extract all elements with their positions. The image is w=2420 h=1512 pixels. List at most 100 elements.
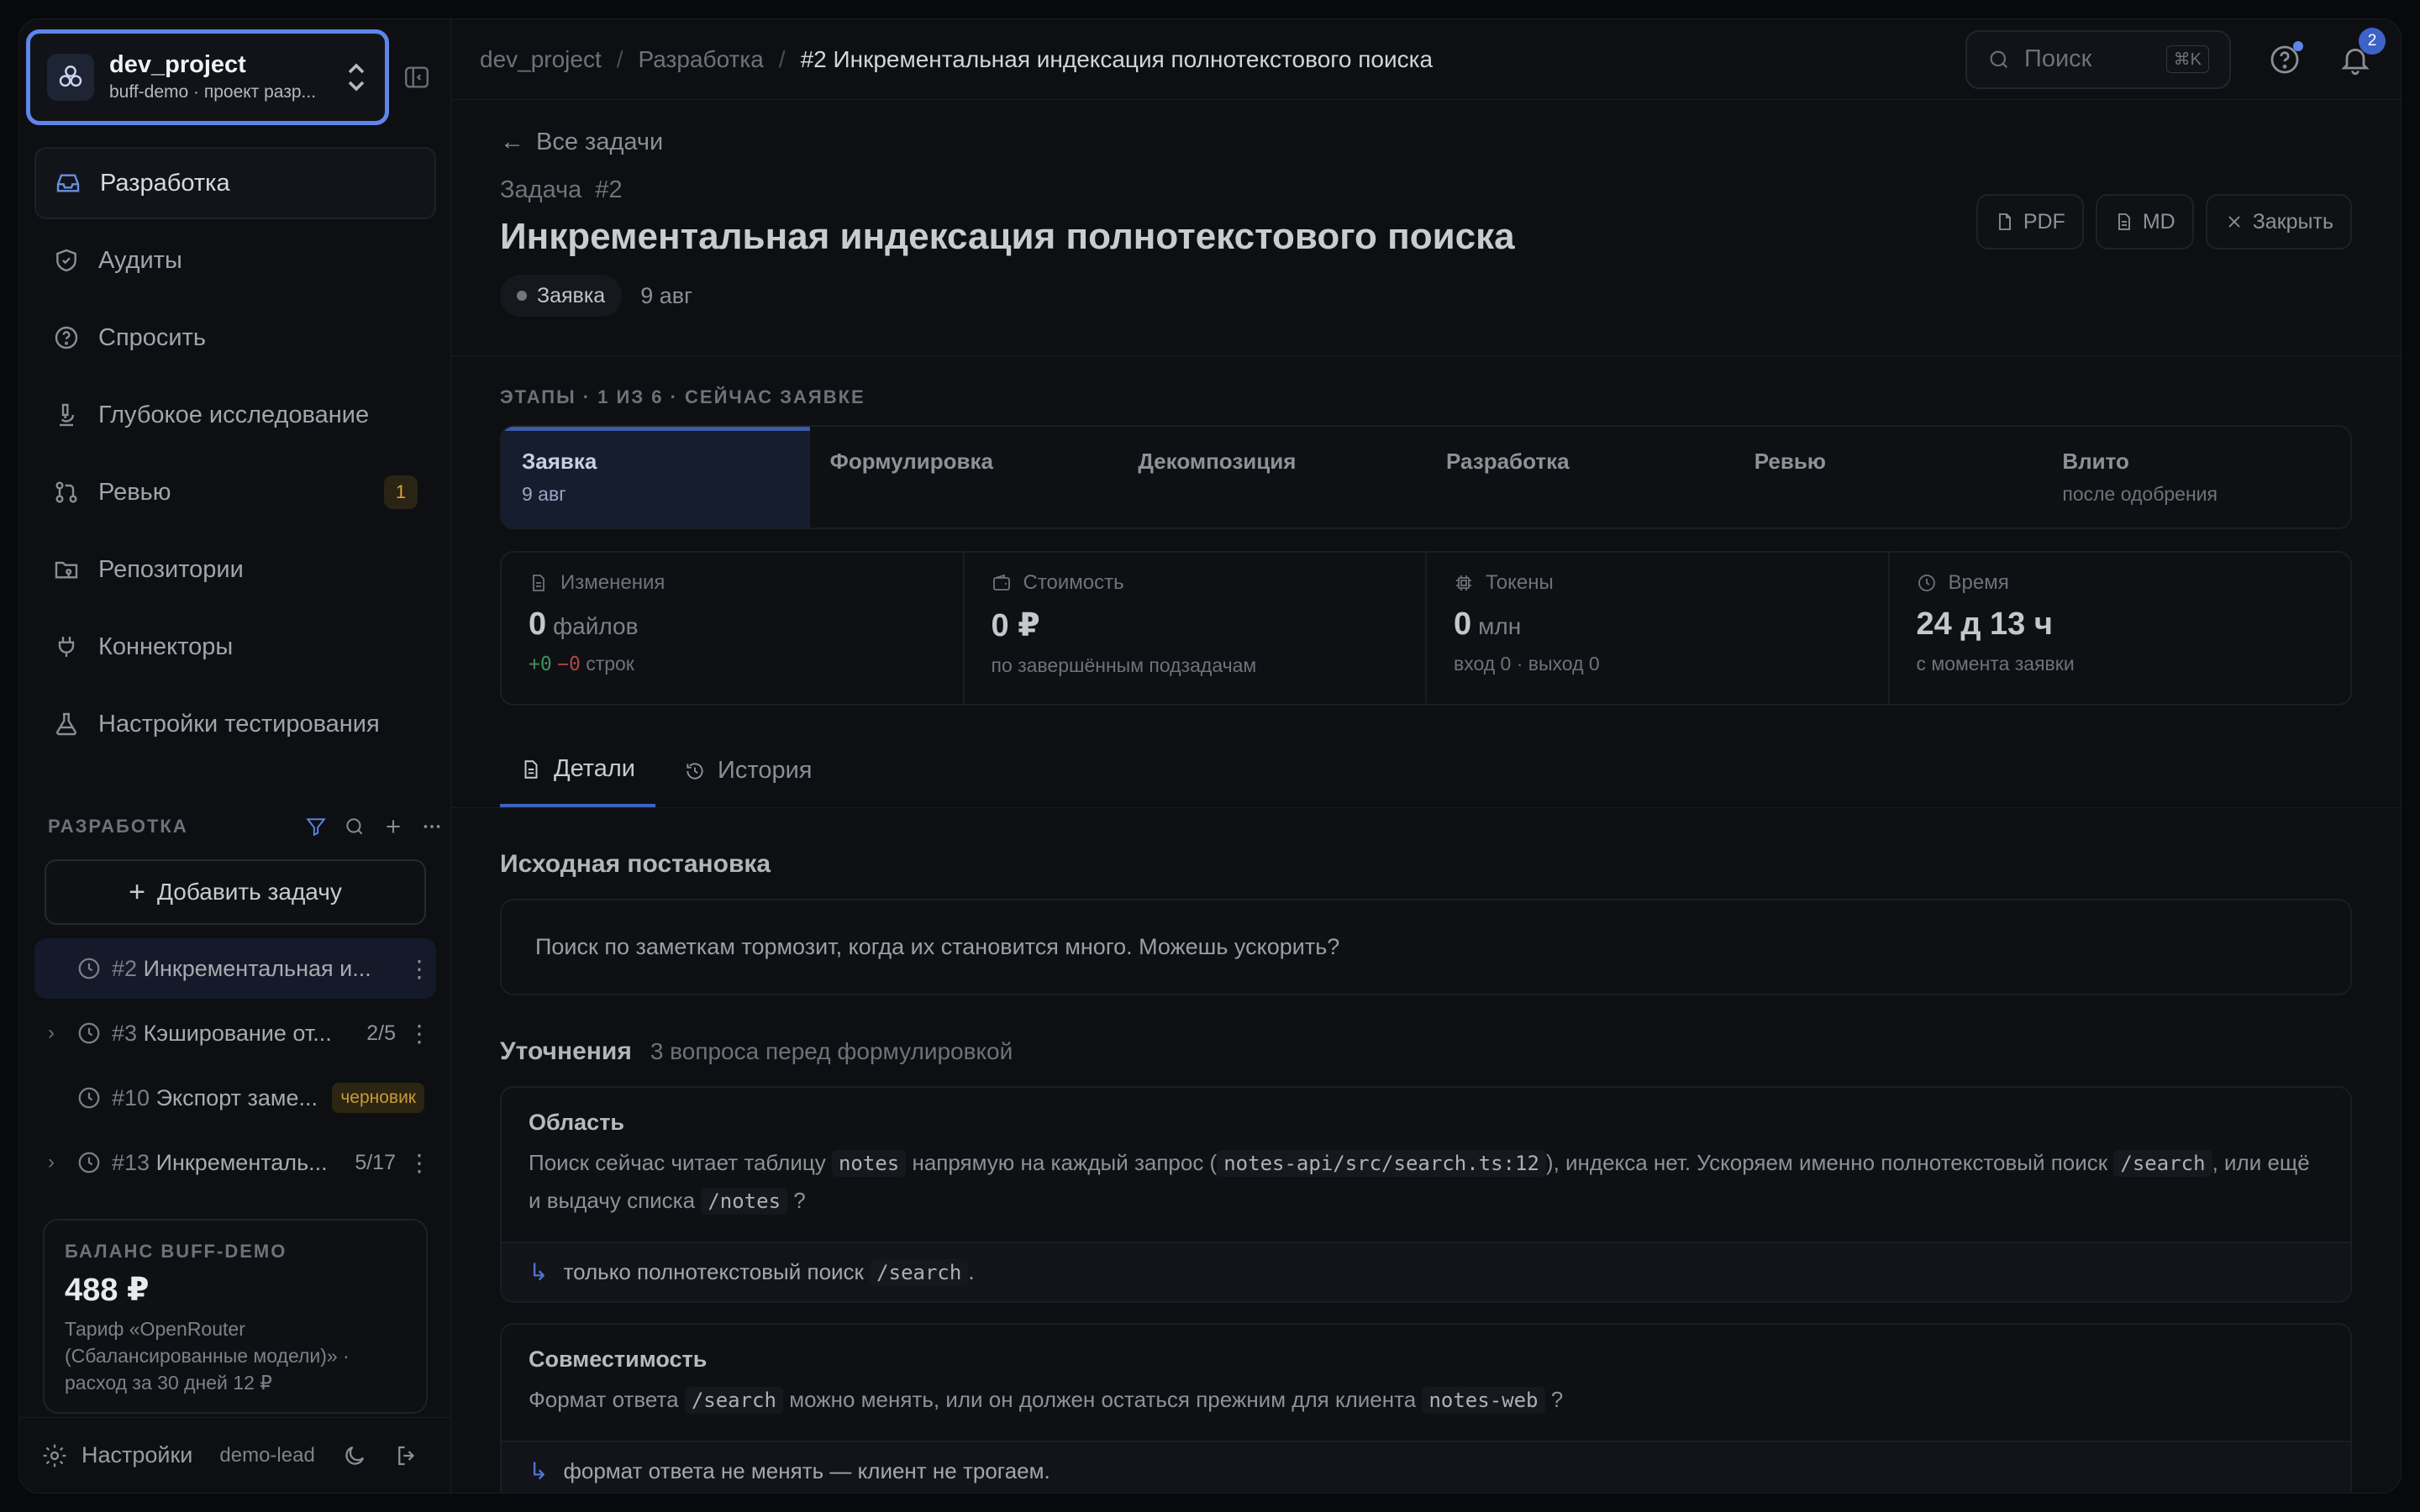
export-md-button[interactable]: MD [2095,194,2194,249]
file-text-icon [524,759,538,779]
tab-details[interactable]: Детали [500,734,656,807]
main-content: dev_project / Разработка / #2 Инкремента… [451,19,2401,1493]
logout-icon[interactable] [394,1443,419,1468]
stage-item[interactable]: Формулировка [810,427,1118,528]
app-window: dev_project buff-demo · проект разр... Р… [18,18,2402,1494]
task-title: Экспорт заме... [155,1084,318,1110]
stat-cost: Стоимость 0 ₽ по завершённым подзадачам [965,553,1427,704]
sidebar-item-connectors[interactable]: Коннекторы [34,611,436,683]
task-number: #13 [112,1149,150,1175]
more-vertical-icon[interactable]: ⋮ [408,1149,431,1177]
sidebar-item-test-settings[interactable]: Настройки тестирования [34,688,436,760]
stage-item[interactable]: Влито после одобрения [2042,427,2350,528]
subtask-count: 2/5 [366,1021,396,1045]
corner-down-right-icon: ↳ [529,1259,549,1285]
settings-link[interactable]: Настройки [82,1442,192,1468]
stat-tokens: Токены 0 млн вход 0 · выход 0 [1427,553,1890,704]
clock-icon [78,1152,100,1173]
project-name: dev_project [109,51,246,78]
stage-item[interactable]: Декомпозиция [1118,427,1426,528]
sidebar-item-audits[interactable]: Аудиты [34,224,436,297]
sidebar-item-deep-research[interactable]: Глубокое исследование [34,379,436,451]
sidebar-item-label: Коннекторы [98,633,234,660]
sidebar-item-repositories[interactable]: Репозитории [34,533,436,606]
task-item[interactable]: #2 Инкрементальная и... ⋮ [34,938,436,999]
sidebar-item-ask[interactable]: Спросить [34,302,436,374]
chevron-right-icon[interactable]: › [34,1151,68,1174]
task-stats: Изменения 0 файлов +0 −0 строк Стоимость … [500,551,2352,706]
breadcrumb-current: #2 Инкрементальная индексация полнотекст… [800,45,1434,72]
task-item[interactable]: #10 Экспорт заме... черновик [34,1068,436,1128]
stage-item[interactable]: Заявка 9 авг [502,427,810,528]
sidebar-item-label: Аудиты [98,246,182,274]
search-icon[interactable] [344,816,366,837]
question-title: Область [529,1110,625,1135]
more-vertical-icon[interactable]: ⋮ [408,955,431,983]
stages-label: ЭТАПЫ · 1 ИЗ 6 · СЕЙЧАС ЗАЯВКЕ [500,386,865,407]
task-item[interactable]: › #13 Инкременталь... 5/17 ⋮ [34,1132,436,1193]
help-button[interactable] [2268,40,2303,76]
sidebar: dev_project buff-demo · проект разр... Р… [19,19,451,1493]
arrow-left-icon: ← [500,129,524,155]
more-vertical-icon[interactable]: ⋮ [408,1020,431,1047]
chevron-right-icon[interactable]: › [34,1021,68,1045]
clock-icon [78,1022,100,1044]
balance-label: БАЛАНС BUFF-DEMO [65,1241,287,1262]
sidebar-item-label: Спросить [98,323,206,351]
gear-icon[interactable] [41,1442,68,1469]
sidebar-item-review[interactable]: Ревью 1 [34,456,436,528]
clarification-card: Область Поиск сейчас читает таблицу note… [500,1086,2352,1303]
sidebar-item-label: Ревью [98,478,171,506]
breadcrumb-project[interactable]: dev_project [480,46,602,73]
balance-description: Тариф «OpenRouter (Сбалансированные моде… [65,1318,350,1394]
task-title: Кэширование от... [143,1020,332,1046]
breadcrumb: dev_project / Разработка / #2 Инкремента… [480,45,1434,73]
sidebar-nav: Разработка Аудиты Спросить Глубокое иссл… [34,147,436,765]
plus-icon[interactable] [382,816,404,837]
sidebar-footer: Настройки demo-lead [19,1417,451,1493]
original-request-card: Поиск по заметкам тормозит, когда их ста… [500,899,2352,995]
project-switcher[interactable]: dev_project buff-demo · проект разр... [26,29,389,125]
shield-icon [56,249,76,272]
sidebar-item-label: Репозитории [98,555,244,583]
collapse-sidebar-icon[interactable] [402,63,431,92]
task-number: #3 [112,1020,138,1046]
cpu-icon [1456,575,1471,591]
clarification-card: Совместимость Формат ответа /search можн… [500,1323,2352,1493]
tasks-section-header: РАЗРАБОТКА [48,809,443,844]
notifications-button[interactable]: 2 [2338,27,2386,76]
add-task-button[interactable]: + Добавить задачу [45,859,426,925]
search-placeholder: Поиск [2024,45,2092,72]
filter-icon[interactable] [305,816,327,837]
close-task-button[interactable]: Закрыть [2205,194,2352,249]
question-text: Формат ответа /search можно менять, или … [529,1387,1564,1414]
more-horizontal-icon[interactable] [421,816,443,837]
question-text: Поиск сейчас читает таблицу notes напрям… [529,1150,2310,1215]
search-input[interactable]: Поиск ⌘K [1965,29,2231,89]
sidebar-item-development[interactable]: Разработка [34,147,436,219]
task-title: Инкременталь... [155,1149,328,1175]
sidebar-item-label: Глубокое исследование [98,401,370,428]
breadcrumb-section[interactable]: Разработка [639,46,764,73]
moon-icon[interactable] [342,1443,367,1468]
status-badge: Заявка [500,275,623,317]
task-item[interactable]: › #3 Кэширование от... 2/5 ⋮ [34,1003,436,1063]
stage-item[interactable]: Разработка [1426,427,1734,528]
export-pdf-button[interactable]: PDF [1975,194,2084,249]
notification-count: 2 [2359,27,2386,55]
task-date: 9 авг [640,282,692,308]
topbar: dev_project / Разработка / #2 Инкремента… [451,19,2401,100]
wallet-icon [992,574,1010,591]
flask-icon [56,712,76,736]
stat-changes: Изменения 0 файлов +0 −0 строк [502,553,965,704]
chevrons-up-down-icon [348,63,365,92]
project-subtitle: buff-demo · проект разр... [109,82,317,102]
tab-history[interactable]: История [664,734,832,807]
stage-item[interactable]: Ревью [1734,427,2043,528]
folder-git-icon [55,561,78,579]
git-pull-request-icon [55,481,77,503]
current-user: demo-lead [219,1443,315,1467]
task-number: #10 [112,1084,150,1110]
task-detail: ← Все задачи Задача #2 Инкрементальная и… [451,129,2401,1493]
back-to-tasks-link[interactable]: ← Все задачи [500,129,2352,156]
